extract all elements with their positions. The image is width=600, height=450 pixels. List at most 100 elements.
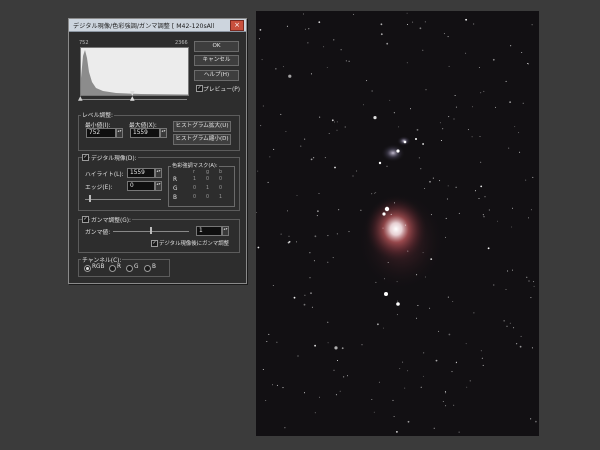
star — [262, 369, 264, 370]
channel-radio-b[interactable] — [144, 265, 151, 272]
mask-cell[interactable]: 0 — [193, 186, 196, 191]
star — [361, 344, 363, 346]
star — [360, 209, 362, 211]
edge-slider-handle[interactable] — [89, 195, 91, 202]
star — [452, 301, 454, 302]
star — [343, 376, 345, 378]
channel-radio-g[interactable] — [126, 265, 133, 272]
star — [422, 143, 424, 145]
mask-col-header: r — [193, 170, 195, 175]
nebula-photo — [256, 12, 537, 433]
star — [314, 235, 317, 238]
star — [481, 357, 483, 359]
histogram-expand-button[interactable]: ヒストグラム拡大(U) — [173, 121, 231, 132]
star — [318, 21, 321, 24]
star — [373, 411, 375, 413]
star — [445, 236, 446, 238]
star — [508, 147, 510, 149]
star — [533, 285, 535, 287]
star — [327, 261, 329, 263]
gamma-slider-handle[interactable] — [150, 227, 152, 234]
highlight-spinner[interactable]: ▴▾ — [155, 168, 162, 178]
star — [337, 360, 338, 361]
ok-button[interactable]: OK — [194, 41, 239, 52]
edge-slider-track[interactable] — [85, 199, 161, 200]
star — [465, 52, 467, 54]
star — [397, 300, 399, 302]
gamma-checkbox[interactable]: ✓ — [82, 216, 89, 223]
star — [443, 33, 445, 35]
max-value-spinner[interactable]: ▴▾ — [160, 128, 167, 138]
levels-title: レベル調整: — [81, 110, 114, 119]
star — [458, 431, 460, 433]
close-button[interactable]: × — [230, 20, 244, 31]
star — [526, 276, 528, 278]
star — [478, 198, 480, 199]
star — [447, 36, 449, 38]
star — [475, 190, 476, 192]
star — [493, 284, 495, 286]
channel-radio-rgb[interactable] — [84, 265, 91, 272]
mask-cell[interactable]: 1 — [193, 177, 196, 182]
star — [296, 241, 297, 243]
help-button[interactable]: ヘルプ(H) — [194, 70, 239, 81]
star — [353, 13, 355, 15]
star — [258, 38, 260, 40]
star — [519, 345, 522, 348]
slider-max-handle[interactable]: ▼ — [130, 90, 135, 97]
star — [405, 224, 407, 226]
mask-cell[interactable]: 0 — [219, 177, 222, 182]
highlight-input[interactable]: 1559 — [127, 168, 155, 178]
min-value-input[interactable]: 752 — [86, 128, 116, 138]
gamma-after-checkbox[interactable]: ✓ — [151, 240, 158, 247]
star — [280, 113, 282, 115]
star — [454, 95, 456, 96]
star — [407, 250, 409, 252]
star — [310, 158, 313, 161]
star — [317, 210, 319, 213]
min-value-spinner[interactable]: ▴▾ — [116, 128, 123, 138]
image-canvas[interactable] — [256, 11, 539, 436]
star — [478, 67, 480, 68]
edge-input[interactable]: 0 — [127, 181, 155, 191]
gamma-value-input[interactable]: 1 — [196, 226, 222, 236]
star — [512, 207, 513, 209]
cancel-button[interactable]: キャンセル — [194, 55, 239, 66]
star — [313, 260, 315, 262]
star — [378, 381, 380, 383]
slider-min-handle[interactable]: ▲ — [78, 95, 83, 102]
star — [338, 209, 340, 211]
mask-cell[interactable]: 0 — [206, 195, 209, 200]
channel-radio-r[interactable] — [109, 265, 116, 272]
star — [261, 59, 263, 61]
star — [438, 330, 440, 332]
star — [396, 281, 398, 283]
dialog-titlebar[interactable]: デジタル現像/色彩強調/ガンマ調整 [ M42-120sAll × — [69, 19, 246, 32]
mask-cell[interactable]: 0 — [206, 177, 209, 182]
mask-cell[interactable]: 1 — [219, 195, 222, 200]
star — [503, 320, 505, 322]
mask-cell[interactable]: 0 — [219, 186, 222, 191]
star — [447, 296, 449, 298]
histogram-shrink-button[interactable]: ヒストグラム縮小(D) — [173, 134, 231, 145]
mask-cell[interactable]: 0 — [193, 195, 196, 200]
star — [483, 216, 485, 218]
digital-development-checkbox[interactable]: ✓ — [82, 154, 89, 161]
mask-col-header: b — [219, 170, 223, 175]
star — [318, 193, 320, 194]
star — [425, 89, 427, 91]
star — [495, 106, 496, 108]
star — [389, 99, 391, 101]
max-value-input[interactable]: 1559 — [130, 128, 160, 138]
mask-col-header: g — [206, 170, 210, 175]
star — [288, 74, 292, 78]
star — [386, 165, 388, 167]
star — [327, 321, 329, 323]
star — [396, 431, 398, 433]
mask-cell[interactable]: 1 — [206, 186, 209, 191]
mask-row-label: B — [173, 195, 177, 201]
edge-spinner[interactable]: ▴▾ — [155, 181, 162, 191]
gamma-spinner[interactable]: ▴▾ — [222, 226, 229, 236]
star — [518, 132, 520, 134]
preview-checkbox[interactable]: ✓ — [196, 85, 203, 92]
